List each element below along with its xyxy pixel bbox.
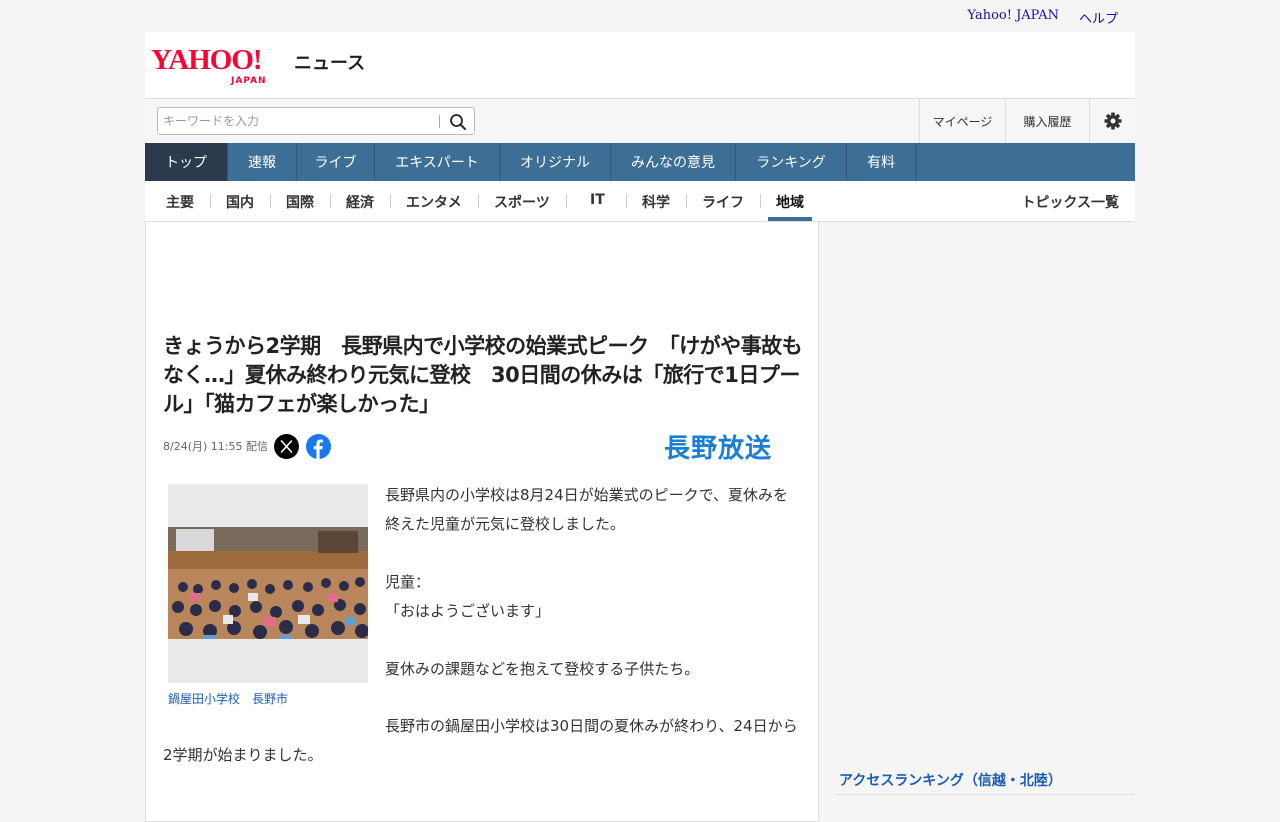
yahoo-news-logo[interactable]: YAHOO! JAPAN ニュース — [151, 44, 365, 86]
account-links: マイページ 購入履歴 — [919, 99, 1135, 143]
category-divider — [566, 194, 567, 208]
photo-caption[interactable]: 鍋屋田小学校 長野市 — [168, 690, 288, 707]
category-domestic[interactable]: 国内 — [226, 192, 254, 212]
category-main[interactable]: 主要 — [166, 192, 194, 212]
category-nav: 主要 国内 国際 経済 エンタメ スポーツ IT 科学 ライフ 地域 トピックス… — [145, 181, 1135, 222]
category-life[interactable]: ライフ — [702, 192, 744, 212]
facebook-share-icon[interactable] — [306, 434, 331, 459]
category-local[interactable]: 地域 — [776, 192, 804, 212]
category-divider — [686, 194, 687, 208]
sidebar: アクセスランキング（信越・北陸） — [819, 222, 1135, 822]
nav-tab-original[interactable]: オリジナル — [500, 143, 611, 181]
logo-sub: JAPAN — [231, 76, 267, 86]
category-science[interactable]: 科学 — [642, 192, 670, 212]
paragraph-1: 長野県内の小学校は8月24日が始業式のピークで、夏休みを終えた児童が元気に登校し… — [385, 486, 789, 533]
ranking-divider — [835, 794, 1135, 795]
paragraph-2: 夏休みの課題などを抱えて登校する子供たち。 — [385, 660, 700, 678]
help-link[interactable]: ヘルプ — [1079, 8, 1118, 27]
gear-icon[interactable] — [1089, 99, 1135, 143]
category-world[interactable]: 国際 — [286, 192, 314, 212]
site-header: YAHOO! JAPAN ニュース — [145, 32, 1135, 98]
logo-text: YAHOO! — [151, 44, 263, 76]
category-divider — [210, 194, 211, 208]
category-sports[interactable]: スポーツ — [494, 192, 550, 212]
search-input[interactable] — [163, 111, 433, 131]
category-entertainment[interactable]: エンタメ — [406, 192, 462, 212]
utility-bar: Yahoo! JAPAN ヘルプ — [145, 0, 1135, 32]
quote-line: 「おはようございます」 — [385, 602, 551, 620]
section-name: ニュース — [294, 53, 366, 74]
category-divider — [330, 194, 331, 208]
topics-list-link[interactable]: トピックス一覧 — [1021, 192, 1119, 212]
mypage-button[interactable]: マイページ — [919, 99, 1005, 143]
active-tab-indicator — [768, 217, 812, 221]
article-date: 8/24(月) 11:55 配信 — [163, 440, 268, 453]
category-economy[interactable]: 経済 — [346, 192, 374, 212]
category-divider — [760, 194, 761, 208]
paragraph-3: 長野市の鍋屋田小学校は30日間の夏休みが終わり、24日から2学期が始まりました。 — [163, 717, 798, 764]
source-name: 長野放送 — [664, 433, 772, 462]
nav-tab-paid[interactable]: 有料 — [847, 143, 916, 181]
gym-photo — [168, 527, 368, 639]
x-share-icon[interactable] — [274, 434, 299, 459]
search-box — [157, 107, 475, 135]
category-divider — [626, 194, 627, 208]
search-divider — [439, 115, 440, 128]
category-divider — [390, 194, 391, 208]
article-panel: きょうから2学期 長野県内で小学校の始業式ピーク 「けがや事故もなく…」夏休み終… — [145, 222, 819, 822]
purchase-history-button[interactable]: 購入履歴 — [1005, 99, 1089, 143]
nav-tab-top[interactable]: トップ — [145, 143, 228, 181]
access-ranking-title[interactable]: アクセスランキング（信越・北陸） — [839, 770, 1062, 790]
nav-tab-breaking[interactable]: 速報 — [228, 143, 297, 181]
article-title: きょうから2学期 長野県内で小学校の始業式ピーク 「けがや事故もなく…」夏休み終… — [163, 334, 803, 416]
search-icon[interactable] — [448, 112, 468, 132]
search-bar-row: マイページ 購入履歴 — [145, 98, 1135, 143]
source-logo[interactable]: 長野放送 — [633, 432, 803, 464]
speaker-label: 児童： — [385, 573, 431, 591]
category-it[interactable]: IT — [590, 192, 605, 208]
category-divider — [270, 194, 271, 208]
article-photo[interactable] — [168, 484, 368, 683]
nav-tab-live[interactable]: ライブ — [297, 143, 375, 181]
main-nav: トップ 速報 ライブ エキスパート オリジナル みんなの意見 ランキング 有料 — [145, 143, 1135, 181]
nav-tab-opinions[interactable]: みんなの意見 — [611, 143, 736, 181]
yahoo-japan-link[interactable]: Yahoo! JAPAN — [967, 8, 1059, 23]
category-divider — [478, 194, 479, 208]
nav-tab-expert[interactable]: エキスパート — [375, 143, 500, 181]
nav-tab-ranking[interactable]: ランキング — [736, 143, 847, 181]
